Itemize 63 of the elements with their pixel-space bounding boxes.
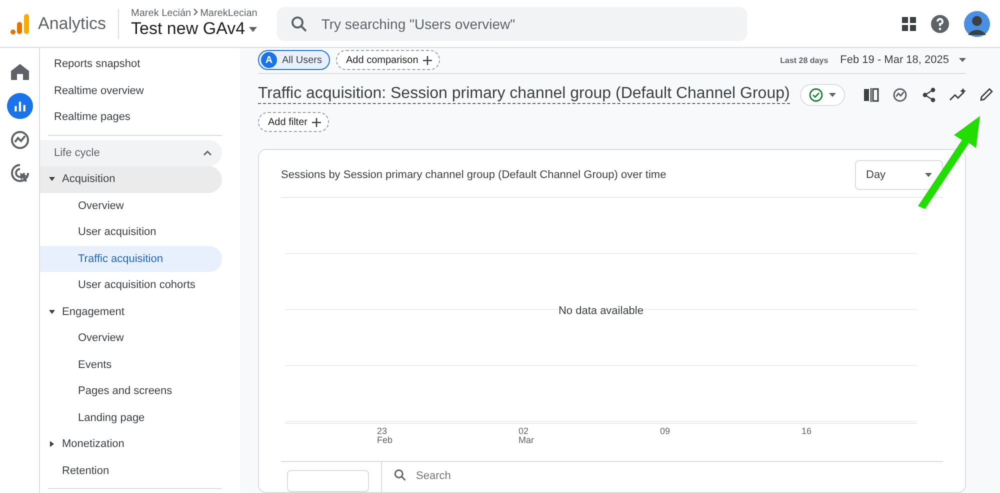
property-selector[interactable]: Test new GAv4: [131, 19, 258, 39]
nav-group-label: Retention: [62, 464, 110, 477]
search-icon: [394, 469, 406, 481]
add-comparison-button[interactable]: Add comparison: [336, 50, 440, 70]
share-icon[interactable]: [920, 86, 937, 102]
insights-icon[interactable]: [890, 86, 909, 104]
apps-grid-icon[interactable]: [902, 16, 916, 30]
nav-item[interactable]: Events: [40, 352, 222, 378]
caret-icon: [925, 173, 932, 177]
nav-item[interactable]: Realtime overview: [40, 78, 222, 104]
caret-right-icon: [49, 441, 55, 448]
plus-icon: [423, 56, 432, 65]
search-icon: [291, 16, 308, 32]
plus-icon: [312, 118, 322, 126]
empty-chart-message: No data available: [557, 304, 644, 316]
report-title: Traffic acquisition: Session primary channel group (Default Channel Group): [258, 85, 790, 104]
date-range-label: Last 28 days: [780, 56, 828, 65]
breadcrumb-item[interactable]: Marek Lecián: [131, 8, 192, 19]
breadcrumb-item[interactable]: MarekLecian: [200, 8, 258, 19]
nav-item[interactable]: Reports snapshot: [40, 51, 222, 78]
caret-down-icon: [49, 176, 55, 182]
nav-item[interactable]: Landing page: [40, 404, 222, 431]
nav-item[interactable]: User acquisition: [40, 219, 222, 246]
add-filter-button[interactable]: Add filter: [258, 112, 330, 132]
analytics-logo-icon: [10, 12, 30, 34]
nav-item[interactable]: Overview: [40, 192, 222, 219]
x-axis-label: 16: [802, 427, 813, 438]
nav-item[interactable]: Traffic acquisition: [40, 246, 222, 272]
date-range-picker[interactable]: Feb 19 - Mar 18, 2025: [840, 54, 966, 66]
nav-item[interactable]: Pages and screens: [40, 378, 222, 404]
x-axis-label: 09: [660, 427, 672, 438]
nav-item[interactable]: Realtime pages: [40, 104, 222, 130]
chart-title: Sessions by Session primary channel group (Default Channel Group) over time: [281, 169, 666, 181]
edit-icon[interactable]: [978, 87, 994, 102]
section-label: Life cycle: [54, 146, 100, 159]
help-icon[interactable]: [930, 14, 950, 34]
nav-group[interactable]: Acquisition: [40, 166, 222, 192]
nav-group[interactable]: Engagement: [40, 298, 222, 325]
app-name: Analytics: [38, 14, 106, 34]
nav-section-header[interactable]: Life cycle: [40, 140, 222, 166]
trend-sparkle-icon[interactable]: [948, 86, 967, 102]
caret-icon: [828, 92, 836, 96]
nav-group-label: Engagement: [62, 306, 124, 318]
caret-icon: [959, 58, 966, 62]
status-dropdown[interactable]: [800, 84, 845, 106]
nav-group[interactable]: Monetization: [40, 431, 222, 458]
caret-icon: [249, 26, 258, 32]
nav-item[interactable]: Overview: [40, 325, 222, 352]
reports-icon[interactable]: [6, 93, 32, 119]
nav-group-label: Acquisition: [62, 173, 116, 186]
x-axis-label: 23 Feb: [377, 427, 394, 448]
nav-item[interactable]: User acquisition cohorts: [40, 272, 222, 298]
nav-group-label: Monetization: [62, 438, 124, 450]
x-axis-label: 02 Mar: [518, 427, 535, 448]
avatar-icon[interactable]: [964, 10, 990, 36]
chevron-up-icon: [203, 150, 212, 156]
search-field[interactable]: Try searching "Users overview": [277, 6, 748, 40]
check-circle-icon: [808, 88, 823, 102]
segment-chip[interactable]: A All Users: [258, 50, 330, 70]
compare-columns-icon[interactable]: [862, 86, 879, 102]
caret-down-icon: [49, 308, 55, 315]
nav-group[interactable]: Retention: [40, 458, 222, 484]
interval-dropdown[interactable]: Day: [855, 160, 943, 190]
